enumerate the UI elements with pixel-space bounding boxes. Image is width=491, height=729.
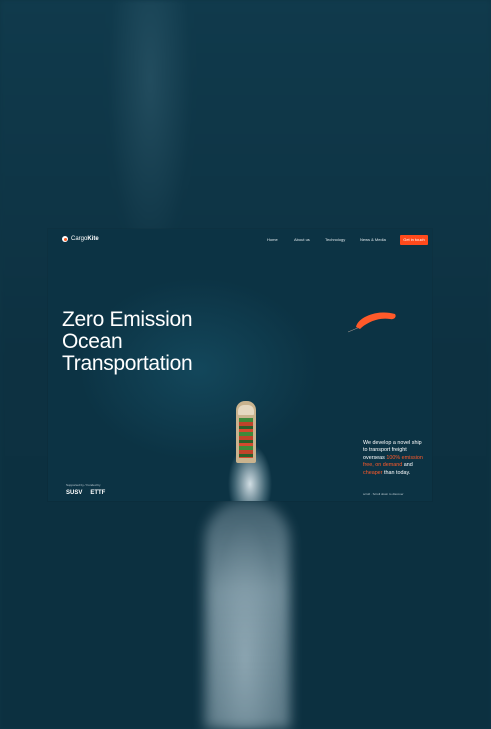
headline-line-2: Ocean — [62, 330, 123, 353]
nav-about-us[interactable]: About us — [294, 237, 310, 242]
kite-icon — [348, 312, 396, 333]
partner-logo-ettf: ETTF — [90, 490, 106, 496]
partners: Supported by / Funded by SUSV ETTF — [66, 483, 105, 496]
logo[interactable]: CargoKite — [62, 236, 99, 242]
nav-news-media[interactable]: News & Media — [360, 237, 386, 242]
ship-icon — [236, 401, 256, 463]
get-in-touch-button[interactable]: Get in touch — [400, 235, 428, 245]
nav-home[interactable]: Home — [267, 237, 278, 242]
hero-headline: Zero Emission Ocean Transportation — [62, 308, 193, 375]
cargokite-logo-icon — [62, 236, 68, 242]
partners-label: Supported by / Funded by — [66, 483, 101, 487]
headline-line-1: Zero Emission — [62, 308, 193, 331]
partner-logo-susv: SUSV — [66, 490, 83, 496]
hero-tagline: We develop a novel ship to transport fre… — [363, 440, 423, 476]
ship-wake-background — [205, 500, 290, 729]
headline-line-3: Transportation — [62, 352, 193, 375]
nav-technology[interactable]: Technology — [325, 237, 345, 242]
logo-text: CargoKite — [71, 236, 99, 242]
scroll-hint: scroll · Scroll down to discover — [363, 492, 404, 496]
top-nav: CargoKite Home About us Technology News … — [48, 229, 432, 251]
website-screenshot: CargoKite Home About us Technology News … — [48, 229, 432, 501]
